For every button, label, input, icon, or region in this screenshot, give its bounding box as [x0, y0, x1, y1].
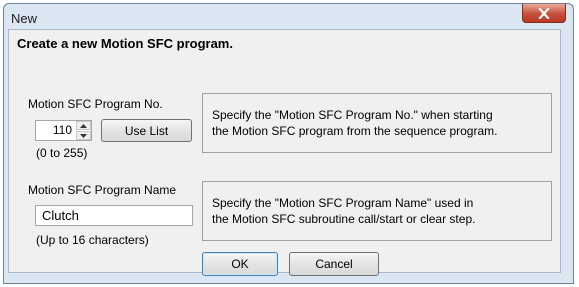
close-button[interactable]	[522, 4, 566, 23]
program-name-label: Motion SFC Program Name	[28, 183, 177, 197]
program-name-description: Specify the "Motion SFC Program Name" us…	[202, 181, 552, 241]
cancel-button[interactable]: Cancel	[289, 252, 379, 276]
program-no-label: Motion SFC Program No.	[28, 97, 163, 111]
dialog-heading: Create a new Motion SFC program.	[17, 36, 233, 51]
program-name-input[interactable]: Clutch	[35, 205, 193, 226]
program-name-description-line1: Specify the "Motion SFC Program Name" us…	[212, 196, 474, 210]
program-name-description-line2: the Motion SFC subroutine call/start or …	[212, 212, 476, 226]
program-no-spinner[interactable]: 110	[35, 120, 92, 141]
ok-button[interactable]: OK	[202, 252, 278, 276]
program-no-value[interactable]: 110	[36, 121, 74, 140]
use-list-button[interactable]: Use List	[101, 119, 192, 142]
spin-down-button[interactable]	[76, 131, 91, 140]
program-no-description-line2: the Motion SFC program from the sequence…	[212, 124, 498, 138]
spin-up-button[interactable]	[76, 121, 91, 130]
arrow-up-icon	[80, 123, 87, 128]
program-no-range-hint: (0 to 255)	[36, 146, 88, 160]
program-name-length-hint: (Up to 16 characters)	[36, 233, 149, 247]
window-title: New	[11, 11, 38, 26]
arrow-down-icon	[80, 133, 87, 138]
program-no-description-line1: Specify the "Motion SFC Program No." whe…	[212, 108, 493, 122]
close-icon	[538, 7, 550, 19]
program-no-description: Specify the "Motion SFC Program No." whe…	[202, 93, 552, 153]
